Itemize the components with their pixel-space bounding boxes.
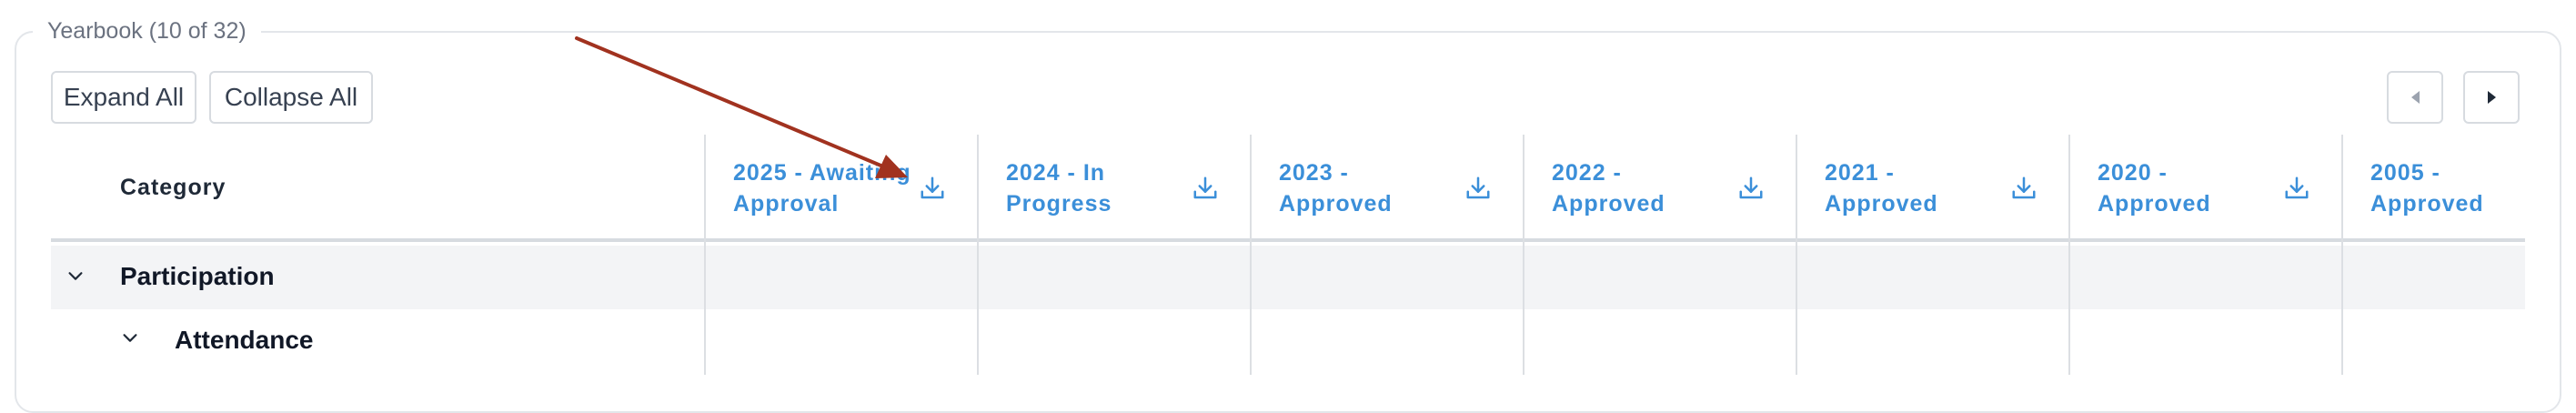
- column-header-2022: 2022 - Approved: [1523, 135, 1796, 242]
- column-header-label[interactable]: 2024 - In Progress: [1006, 135, 1188, 242]
- collapse-all-button[interactable]: Collapse All: [209, 71, 373, 124]
- next-page-button[interactable]: [2463, 71, 2520, 124]
- column-header-label[interactable]: 2023 - Approved: [1279, 135, 1461, 242]
- caret-left-icon: [2410, 91, 2420, 104]
- column-divider: [1523, 242, 1524, 375]
- download-icon[interactable]: [1464, 175, 1492, 202]
- column-divider: [977, 242, 979, 375]
- caret-right-icon: [2487, 91, 2496, 104]
- column-header-label[interactable]: 2021 - Approved: [1825, 135, 2007, 242]
- column-header-2023: 2023 - Approved: [1250, 135, 1523, 242]
- column-header-label[interactable]: 2022 - Approved: [1552, 135, 1734, 242]
- column-header-2021: 2021 - Approved: [1796, 135, 2068, 242]
- column-header-label[interactable]: 2005 - Approved: [2370, 135, 2552, 242]
- column-divider: [704, 242, 706, 375]
- download-icon[interactable]: [1737, 175, 1765, 202]
- row-label-attendance: Attendance: [175, 326, 314, 354]
- download-icon[interactable]: [1192, 175, 1219, 202]
- column-divider: [2068, 242, 2070, 375]
- row-label-participation: Participation: [120, 262, 275, 290]
- panel-legend: Yearbook (10 of 32): [33, 15, 261, 47]
- column-header-2024: 2024 - In Progress: [977, 135, 1250, 242]
- prev-page-button[interactable]: [2387, 71, 2443, 124]
- expand-all-button[interactable]: Expand All: [51, 71, 196, 124]
- column-header-2025: 2025 - Awaiting Approval: [704, 135, 977, 242]
- column-header-2005: 2005 - Approved: [2341, 135, 2525, 242]
- column-divider: [1250, 242, 1252, 375]
- table-row-participation: Participation: [51, 246, 2525, 309]
- table-header-row: Category 2025 - Awaiting Approval 2024 -…: [51, 135, 2525, 242]
- column-divider: [1796, 242, 1797, 375]
- download-icon[interactable]: [2283, 175, 2310, 202]
- column-header-2020: 2020 - Approved: [2068, 135, 2341, 242]
- chevron-down-icon[interactable]: [65, 266, 86, 286]
- column-header-label[interactable]: 2020 - Approved: [2098, 135, 2279, 242]
- download-icon[interactable]: [919, 175, 946, 202]
- yearbook-table: Category 2025 - Awaiting Approval 2024 -…: [51, 135, 2525, 375]
- column-header-label[interactable]: 2025 - Awaiting Approval: [733, 135, 915, 242]
- download-icon[interactable]: [2010, 175, 2038, 202]
- column-divider: [2341, 242, 2343, 375]
- category-column-header: Category: [120, 175, 226, 200]
- chevron-down-icon[interactable]: [120, 327, 140, 348]
- table-row-attendance: Attendance: [106, 309, 2525, 375]
